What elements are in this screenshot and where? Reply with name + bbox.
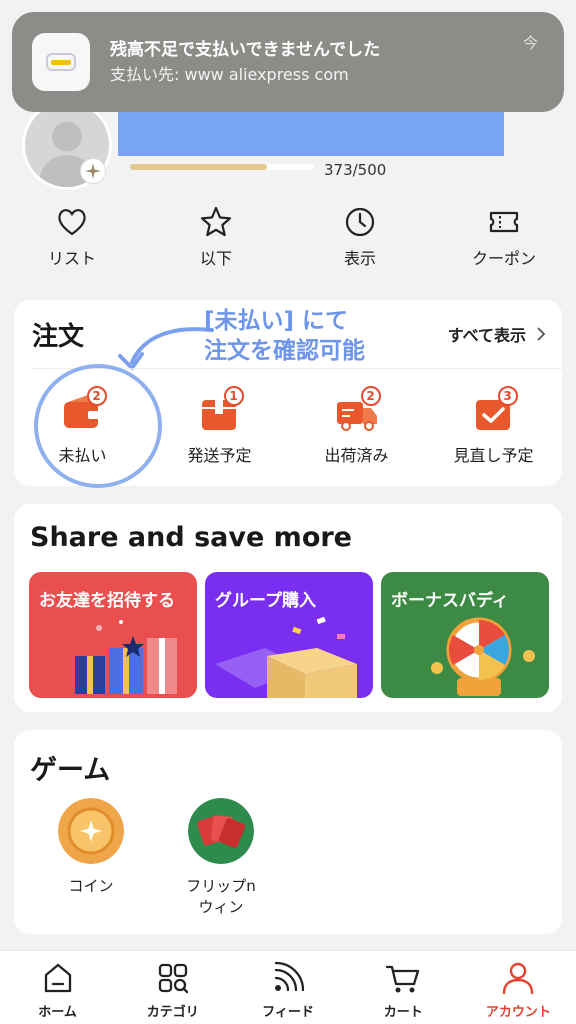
- nav-label: フィード: [262, 1005, 314, 1020]
- annotation-line: 注文を確認可能: [204, 338, 365, 364]
- nav-categories[interactable]: カテゴリ: [115, 951, 230, 1024]
- orders-title: 注文: [32, 322, 85, 352]
- bonus-buddy-tile[interactable]: ボーナスバディ: [381, 572, 549, 698]
- nav-feed[interactable]: フィード: [230, 951, 345, 1024]
- quick-link-label: 表示: [343, 249, 376, 268]
- nav-label: カテゴリ: [146, 1005, 199, 1020]
- quick-link-wishlist[interactable]: リスト: [0, 205, 144, 285]
- view-all-orders-link[interactable]: すべて表示: [448, 322, 546, 346]
- order-status-label: 出荷済み: [324, 446, 389, 465]
- game-label: フリップn ウィン: [186, 877, 256, 916]
- notification-body: 支払い先: www aliexpress com: [110, 65, 349, 84]
- cart-icon: [386, 965, 420, 993]
- notification-banner[interactable]: 残高不足で支払いできませんでした 支払い先: www aliexpress co…: [12, 12, 564, 112]
- heart-icon: [58, 209, 86, 236]
- view-all-label: すべて表示: [447, 326, 526, 345]
- notification-title: 残高不足で支払いできませんでした: [110, 40, 381, 60]
- annotation-line: [未払い] にて: [204, 308, 349, 334]
- nav-account[interactable]: アカウント: [461, 951, 576, 1024]
- game-coins[interactable]: コイン: [36, 798, 146, 897]
- order-status-shipped[interactable]: 2 出荷済み: [288, 380, 425, 476]
- member-progress-text: 373/500: [324, 161, 387, 179]
- flip-cards-icon: [188, 798, 254, 864]
- order-status-label: 発送予定: [187, 446, 252, 465]
- games-title: ゲーム: [30, 755, 111, 786]
- prize-wheel-icon: [431, 617, 535, 696]
- nav-cart[interactable]: カート: [346, 951, 461, 1024]
- quick-links: リスト 以下 表示 クーポン: [0, 205, 576, 285]
- nav-label: カート: [383, 1005, 423, 1020]
- order-status-to-review[interactable]: 3 見直し予定: [425, 380, 562, 476]
- open-box-icon: [215, 616, 357, 698]
- home-icon: [44, 963, 71, 993]
- clock-icon: [345, 207, 375, 237]
- game-label: コイン: [68, 877, 114, 895]
- game-flip-n-win[interactable]: フリップn ウィン: [166, 798, 276, 918]
- group-buy-tile[interactable]: グループ購入: [205, 572, 373, 698]
- quick-link-label: リスト: [47, 249, 96, 268]
- quick-link-label: クーポン: [471, 249, 536, 268]
- wallet-app-icon: [32, 33, 90, 91]
- account-icon: [503, 962, 534, 995]
- feed-icon: [274, 961, 305, 992]
- gift-boxes-icon: [75, 620, 177, 694]
- member-progress-bar: [130, 164, 314, 170]
- quick-link-history[interactable]: 表示: [288, 205, 432, 285]
- highlight-circle: [34, 364, 162, 488]
- games-card: ゲーム コイン フリップn ウィン: [14, 730, 562, 934]
- nav-label: ホーム: [38, 1005, 77, 1020]
- member-badge-icon: [80, 158, 106, 184]
- redacted-name: [118, 112, 504, 156]
- order-status-label: 見直し予定: [453, 446, 534, 465]
- nav-home[interactable]: ホーム: [0, 951, 115, 1024]
- quick-link-following[interactable]: 以下: [144, 205, 288, 285]
- quick-link-label: 以下: [199, 249, 232, 268]
- order-count-badge: 3: [497, 386, 518, 406]
- coin-icon: [58, 798, 124, 864]
- share-card: Share and save more お友達を招待する グループ購入 ボーナス…: [14, 504, 562, 712]
- nav-label: アカウント: [485, 1005, 551, 1020]
- share-title: Share and save more: [30, 522, 352, 553]
- order-status-to-ship[interactable]: 1 発送予定: [151, 380, 288, 476]
- order-count-badge: 1: [223, 386, 244, 406]
- bottom-nav: ホーム カテゴリ フィード カート アカウント: [0, 950, 576, 1024]
- quick-link-coupons[interactable]: クーポン: [432, 205, 576, 285]
- share-tiles: お友達を招待する グループ購入 ボーナスバディ: [29, 572, 549, 698]
- invite-friends-tile[interactable]: お友達を招待する: [29, 572, 197, 698]
- annotation-text: [未払い] にて 注文を確認可能: [204, 306, 365, 366]
- orders-card: 注文 [未払い] にて 注文を確認可能 すべて表示 2 未払い 1 発送予定 2…: [14, 300, 562, 488]
- chevron-right-icon: [537, 327, 546, 341]
- order-count-badge: 2: [360, 386, 381, 406]
- notification-time: 今: [522, 34, 538, 52]
- category-icon: [158, 963, 188, 994]
- ticket-icon: [489, 211, 519, 233]
- star-icon: [200, 206, 232, 237]
